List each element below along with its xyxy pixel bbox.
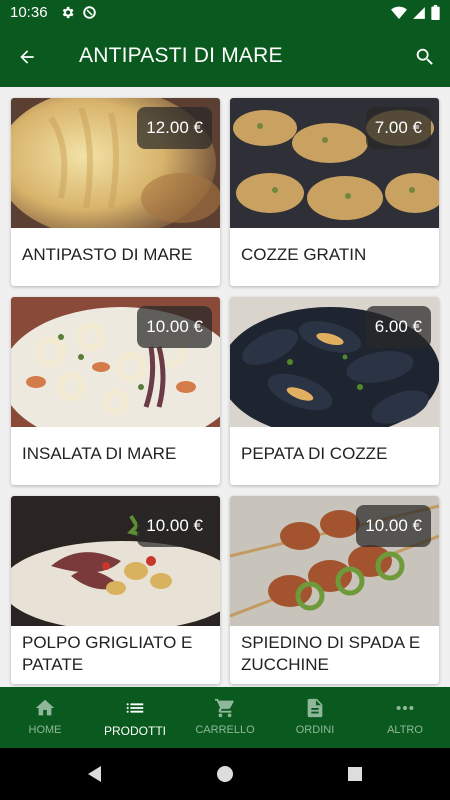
product-card[interactable]: 10.00 € INSALATA DI MARE (11, 297, 220, 485)
back-button[interactable] (12, 42, 42, 72)
product-card[interactable]: 7.00 € COZZE GRATIN (230, 98, 439, 286)
price-badge: 10.00 € (137, 306, 212, 348)
nav-item-ordini[interactable]: ORDINI (270, 687, 360, 748)
status-bar: 10:36 (0, 0, 450, 26)
product-grid[interactable]: 12.00 € ANTIPASTO DI MARE 7.00 € COZZE G… (0, 87, 450, 687)
cart-icon (214, 698, 234, 718)
product-name: INSALATA DI MARE (22, 444, 177, 463)
recents-square-icon[interactable] (345, 764, 365, 784)
home-icon (35, 699, 55, 716)
nav-label: HOME (28, 724, 62, 736)
product-name: SPIEDINO DI SPADA E ZUCCHINE (241, 633, 421, 674)
signal-icon (412, 6, 426, 25)
search-button[interactable] (410, 42, 440, 72)
data-saver-icon (82, 5, 97, 25)
price-badge: 6.00 € (365, 306, 431, 348)
product-card[interactable]: 12.00 € ANTIPASTO DI MARE (11, 98, 220, 286)
more-icon (396, 705, 414, 711)
page-title: ANTIPASTI DI MARE (79, 44, 283, 67)
price-badge: 10.00 € (356, 505, 431, 547)
price-badge: 10.00 € (137, 505, 212, 547)
battery-icon (431, 5, 440, 25)
nav-item-carrello[interactable]: CARRELLO (180, 687, 270, 748)
app-bar: ANTIPASTI DI MARE (0, 26, 450, 87)
product-name: POLPO GRIGLIATO E PATATE (22, 633, 193, 674)
nav-label: CARRELLO (195, 724, 255, 736)
status-time: 10:36 (10, 4, 48, 21)
product-name: ANTIPASTO DI MARE (22, 245, 193, 264)
price-badge: 7.00 € (365, 107, 431, 149)
product-name: PEPATA DI COZZE (241, 444, 388, 463)
product-name: COZZE GRATIN (241, 245, 367, 264)
search-icon (416, 48, 433, 65)
nav-label: PRODOTTI (104, 724, 166, 738)
document-icon (307, 698, 323, 718)
back-triangle-icon[interactable] (85, 764, 105, 784)
list-icon (126, 703, 144, 713)
nav-label: ORDINI (295, 724, 335, 736)
nav-item-home[interactable]: HOME (0, 687, 90, 748)
product-card[interactable]: 10.00 € POLPO GRIGLIATO E PATATE (11, 496, 220, 684)
price-badge: 12.00 € (137, 107, 212, 149)
nav-item-prodotti[interactable]: PRODOTTI (90, 687, 180, 748)
wifi-icon (391, 6, 407, 25)
arrow-back-icon (20, 50, 34, 64)
nav-label: ALTRO (387, 724, 423, 736)
product-card[interactable]: 6.00 € PEPATA DI COZZE (230, 297, 439, 485)
gear-icon (60, 5, 75, 25)
bottom-navigation: HOME PRODOTTI CARRELLO ORDINI ALTRO (0, 687, 450, 748)
nav-item-altro[interactable]: ALTRO (360, 687, 450, 748)
system-navigation-bar (0, 748, 450, 800)
product-card[interactable]: 10.00 € SPIEDINO DI SPADA E ZUCCHINE (230, 496, 439, 684)
home-circle-icon[interactable] (215, 764, 235, 784)
